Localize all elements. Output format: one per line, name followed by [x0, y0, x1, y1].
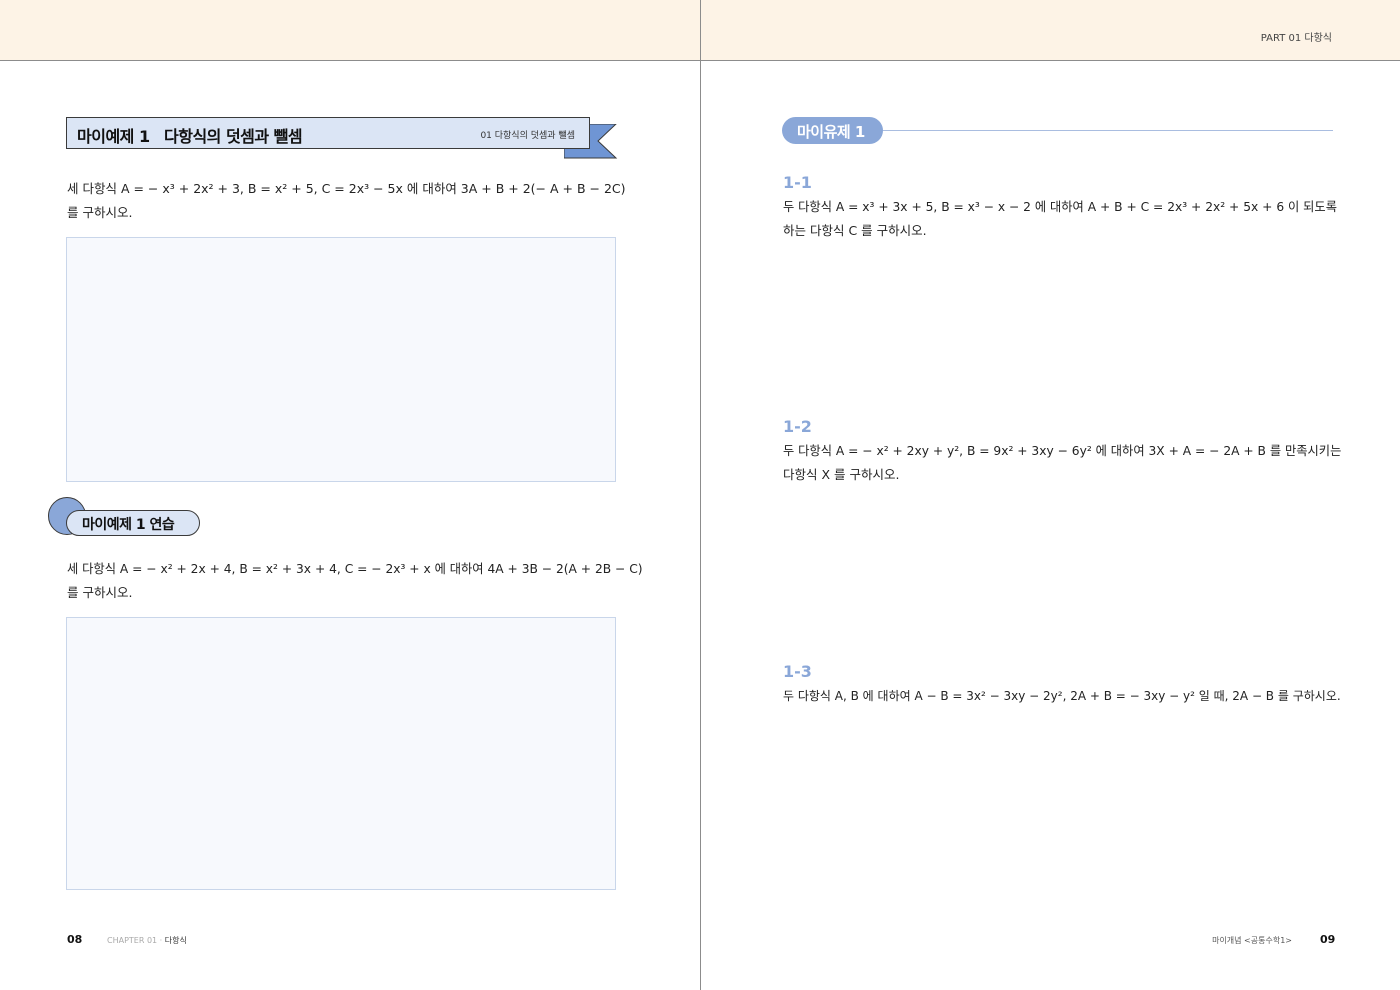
question-1-3-line1: 두 다항식 A, B 에 대하여 A − B = 3x² − 3xy − 2y²… [783, 689, 1341, 703]
practice-heading: 마이예제 1 연습 [48, 497, 208, 541]
example-section-ref: 01 다항식의 덧셈과 뺄셈 [480, 131, 575, 141]
left-page-number: 08 [67, 933, 83, 946]
example-title: 다항식의 덧셈과 뺄셈 [164, 127, 303, 146]
question-number: 1-1 [783, 173, 812, 192]
example-problem-line1: 세 다항식 A = − x³ + 2x² + 3, B = x² + 5, C … [67, 181, 626, 196]
example-answer-box[interactable] [66, 237, 616, 482]
footer-chapter-label: CHAPTER 01 · [107, 936, 165, 945]
practice-problem-line1: 세 다항식 A = − x² + 2x + 4, B = x² + 3x + 4… [67, 562, 643, 576]
example-problem-line2: 를 구하시오. [67, 205, 133, 220]
page-spine [700, 0, 701, 990]
footer-chapter-title: 다항식 [164, 936, 187, 945]
example-title-bar: 마이예제 1 다항식의 덧셈과 뺄셈 01 다항식의 덧셈과 뺄셈 [66, 117, 590, 149]
example-label: 마이예제 1 [77, 127, 150, 146]
similar-problems-pill: 마이유제 1 [782, 117, 883, 144]
question-1-1-line2: 하는 다항식 C 를 구하시오. [783, 223, 927, 238]
part-label: PART 01 다항식 [1260, 33, 1332, 44]
footer-book-title: 마이개념 <공통수학1> [1212, 936, 1292, 945]
question-1-1-line1: 두 다항식 A = x³ + 3x + 5, B = x³ − x − 2 에 … [783, 200, 1337, 214]
practice-label: 마이예제 1 연습 [82, 517, 175, 533]
question-number: 1-3 [783, 662, 812, 681]
question-1-2-line1: 두 다항식 A = − x² + 2xy + y², B = 9x² + 3xy… [783, 444, 1342, 458]
left-header-band [0, 0, 700, 61]
right-page-number: 09 [1320, 933, 1336, 946]
practice-answer-box[interactable] [66, 617, 616, 890]
similar-label: 마이유제 1 [797, 123, 865, 141]
footer-chapter: CHAPTER 01 · 다항식 [107, 935, 187, 946]
question-number: 1-2 [783, 417, 812, 436]
similar-divider [883, 130, 1333, 131]
question-1-2-line2: 다항식 X 를 구하시오. [783, 467, 900, 482]
practice-problem-line2: 를 구하시오. [67, 585, 133, 600]
